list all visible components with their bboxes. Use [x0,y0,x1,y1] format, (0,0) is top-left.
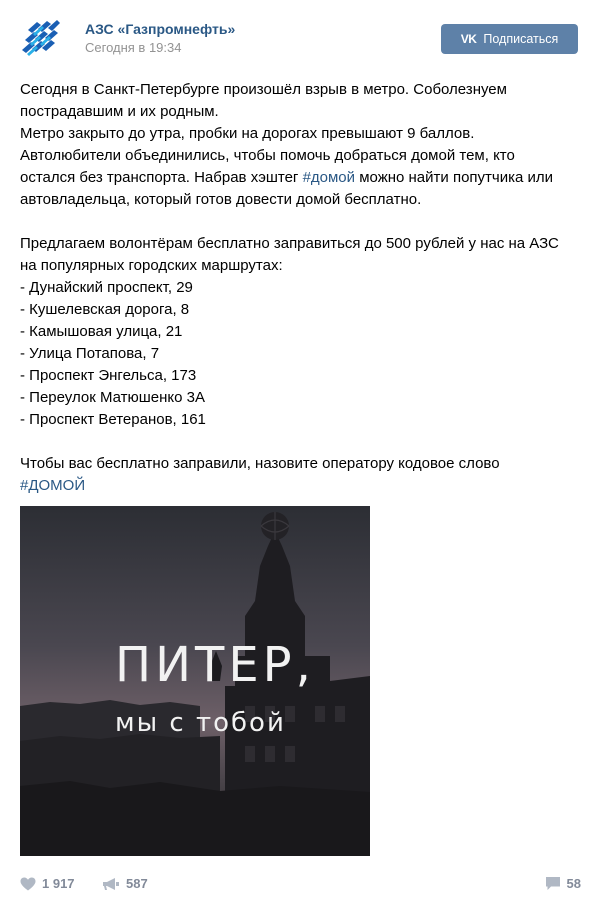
text-line: Предлагаем волонтёрам бесплатно заправит… [20,235,559,252]
comment-icon [545,877,560,890]
text-line: Сегодня в Санкт-Петербурге произошёл взр… [20,81,507,98]
post-date[interactable]: Сегодня в 19:34 [85,40,181,55]
comment-count: 58 [566,876,581,891]
subscribe-label: Подписаться [483,32,559,46]
gazpromneft-logo [22,20,60,56]
heart-icon [20,877,36,890]
text-line: #ДОМОЙ [20,475,580,497]
text-line: пострадавшим и их родным. [20,103,219,120]
text-line: на популярных городских маршрутах: [20,257,283,274]
megaphone-icon [103,877,119,890]
like-count: 1 917 [42,876,75,891]
route-item: - Камышовая улица, 21 [20,323,183,340]
author-avatar[interactable] [20,18,64,62]
share-button[interactable]: 587 [102,876,148,891]
photo-caption-line2: мы с тобой [115,708,286,738]
route-item: - Проспект Ветеранов, 161 [20,411,206,428]
petersburg-photo: ПИТЕР, мы с тобой [20,506,370,856]
post-text: Сегодня в Санкт-Петербурге произошёл взр… [20,79,580,497]
hashtag-domoy-caps-link[interactable]: #ДОМОЙ [20,477,85,494]
route-item: - Проспект Энгельса, 173 [20,367,197,384]
post-photo[interactable]: ПИТЕР, мы с тобой [20,506,370,856]
route-item: - Переулок Матюшенко 3А [20,389,206,406]
route-item: - Кушелевская дорога, 8 [20,301,190,318]
text-line: Автолюбители объединились, чтобы помочь … [20,147,515,164]
route-item: - Улица Потапова, 7 [20,345,160,362]
vk-logo-icon: VK [460,32,477,46]
like-button[interactable]: 1 917 [20,876,75,891]
share-count: 587 [126,876,148,891]
post-header: АЗС «Газпромнефть» Сегодня в 19:34 VK По… [20,18,581,58]
post-actions: 1 917 587 58 [20,876,581,896]
author-name[interactable]: АЗС «Газпромнефть» [85,21,235,37]
route-item: - Дунайский проспект, 29 [20,279,193,296]
wall-post: АЗС «Газпромнефть» Сегодня в 19:34 VK По… [0,0,601,916]
text-line: Чтобы вас бесплатно заправили, назовите … [20,455,500,472]
text-fragment: можно найти попутчика или [355,169,554,186]
comment-button[interactable]: 58 [545,876,581,891]
subscribe-button[interactable]: VK Подписаться [441,24,578,54]
text-line: автовладельца, который готов довести дом… [20,191,422,208]
hashtag-domoy-link[interactable]: #домой [303,169,355,186]
text-fragment: остался без транспорта. Набрав хэштег [20,169,303,186]
text-line: остался без транспорта. Набрав хэштег #д… [20,167,580,189]
text-line: Метро закрыто до утра, пробки на дорогах… [20,125,475,142]
photo-caption-line1: ПИТЕР, [115,637,315,693]
